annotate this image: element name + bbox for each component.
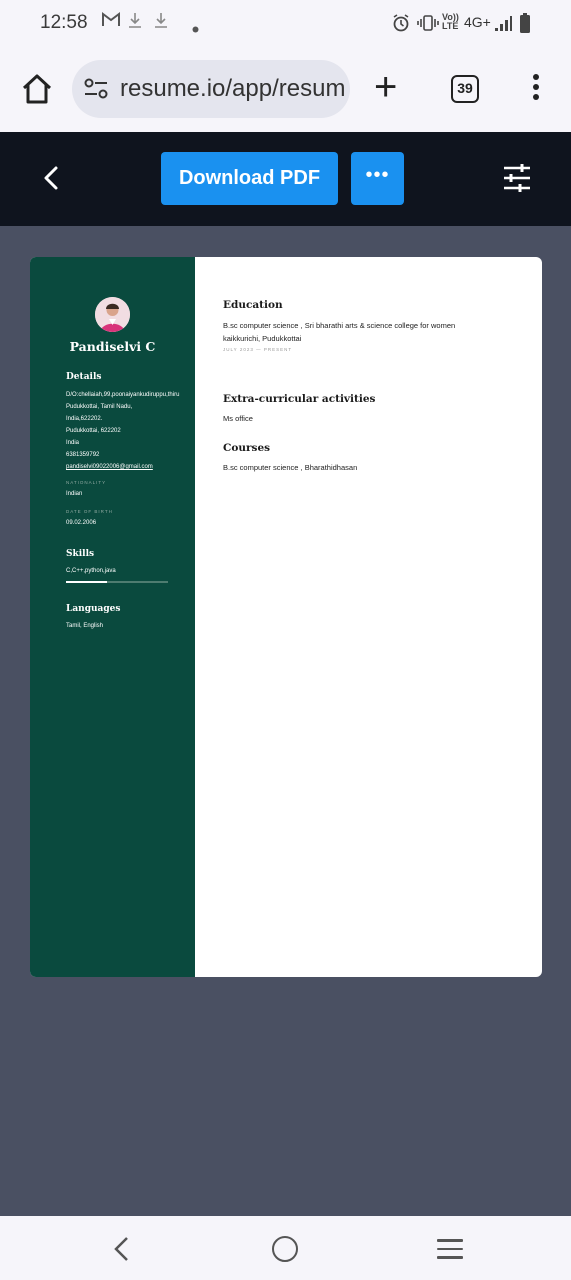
more-options-button[interactable]: ••• (351, 152, 404, 205)
url-text[interactable]: resume.io/app/resum (120, 75, 346, 103)
home-icon[interactable] (20, 72, 54, 106)
download-pdf-button[interactable]: Download PDF (161, 152, 338, 205)
avatar (95, 297, 130, 332)
extra-curricular-heading: Extra-curricular activities (223, 393, 376, 405)
settings-sliders-icon[interactable] (502, 162, 532, 194)
site-settings-icon[interactable] (84, 78, 108, 100)
education-line: kaikkurichi, Pudukkottai (223, 334, 302, 343)
dob-label: DATE OF BIRTH (66, 509, 113, 514)
skills-text: C,C++,python,java (66, 568, 116, 574)
new-tab-icon[interactable]: + (374, 67, 397, 107)
tab-switcher-button[interactable]: 39 (451, 75, 479, 103)
signal-icon (494, 14, 512, 37)
notification-dot-icon (192, 20, 199, 38)
download-icon-2 (154, 12, 168, 33)
nationality-label: NATIONALITY (66, 480, 107, 485)
skill-level-bar (66, 581, 168, 583)
details-line: India (66, 440, 80, 446)
resume-sidebar: Pandiselvi C Details D/O:chellaiah,99,po… (30, 257, 195, 977)
languages-heading: Languages (66, 604, 121, 614)
details-line: Pudukkottai, Tamil Nadu, (66, 404, 133, 410)
candidate-name: Pandiselvi C (69, 339, 156, 354)
vibrate-icon (417, 14, 439, 37)
status-bar: 12:58 Vo)) LTE 4G+ (0, 0, 571, 48)
resume-preview[interactable]: Pandiselvi C Details D/O:chellaiah,99,po… (30, 257, 542, 977)
address-bar[interactable]: resume.io/app/resum (72, 60, 350, 118)
app-toolbar: Download PDF ••• (0, 132, 571, 226)
education-dates: JULY 2023 — PRESENT (223, 347, 293, 352)
back-chevron-icon[interactable] (40, 164, 64, 192)
courses-heading: Courses (223, 442, 271, 454)
gmail-icon (101, 12, 121, 33)
nav-back-icon[interactable] (112, 1236, 132, 1262)
phone-number: 6381359792 (66, 452, 100, 458)
nationality-value: Indian (66, 491, 83, 497)
email-link[interactable]: pandiselvi09022006@gmail.com (66, 461, 153, 473)
dob-value: 09.02.2006 (66, 520, 97, 526)
battery-icon (520, 13, 530, 38)
extra-curricular-text: Ms office (223, 414, 253, 423)
browser-toolbar: resume.io/app/resum + 39 (0, 48, 571, 132)
resume-main: Education B.sc computer science , Sri bh… (195, 257, 542, 977)
courses-text: B.sc computer science , Bharathidhasan (223, 463, 358, 472)
education-line: B.sc computer science , Sri bharathi art… (223, 321, 456, 330)
details-line: D/O:chellaiah,99,poonaiyankudiruppu,thir… (66, 392, 180, 398)
details-line: Pudukkottai, 622202 (66, 428, 121, 434)
volte-icon: Vo)) LTE (442, 12, 459, 31)
nav-recents-icon[interactable] (437, 1239, 463, 1259)
education-heading: Education (223, 299, 283, 311)
status-time: 12:58 (40, 12, 88, 33)
skills-heading: Skills (66, 549, 95, 559)
system-nav-bar (0, 1216, 571, 1280)
details-heading: Details (66, 372, 102, 382)
browser-menu-icon[interactable] (530, 74, 542, 106)
alarm-icon (392, 14, 410, 37)
nav-home-icon[interactable] (272, 1236, 298, 1262)
network-type: 4G+ (464, 14, 491, 30)
download-icon (128, 12, 142, 33)
details-line: India,622202. (66, 416, 103, 422)
languages-text: Tamil, English (66, 623, 104, 629)
